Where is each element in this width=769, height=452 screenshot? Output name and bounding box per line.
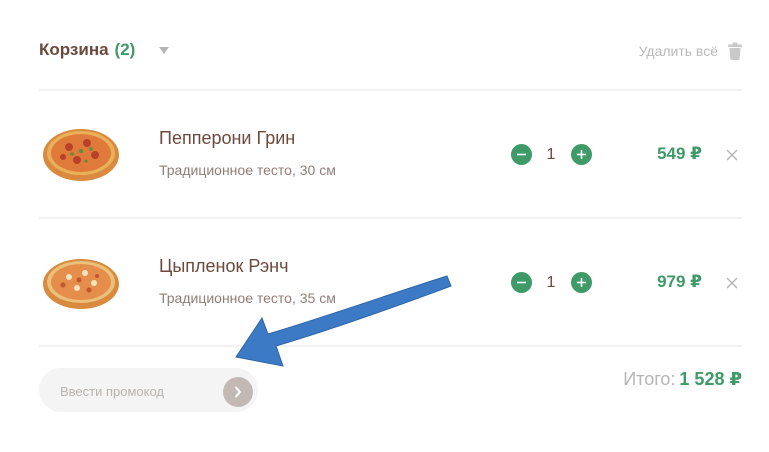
- clear-cart-button[interactable]: Удалить всё: [639, 38, 742, 64]
- quantity-value: 1: [546, 146, 556, 163]
- decrease-quantity-button[interactable]: [511, 144, 532, 165]
- cart-count: (2): [114, 40, 136, 59]
- item-description: Традиционное тесто, 35 см: [159, 290, 336, 306]
- minus-icon: [517, 153, 526, 156]
- divider: [39, 345, 742, 347]
- cart-header: Корзина (2) Удалить всё: [39, 38, 742, 64]
- total-label: Итого:: [623, 369, 676, 389]
- item-description: Традиционное тесто, 30 см: [159, 162, 336, 178]
- total-value: 1 528 ₽: [679, 369, 742, 389]
- cart-title-label: Корзина: [39, 40, 109, 59]
- quantity-value: 1: [546, 274, 556, 291]
- promo-code-input[interactable]: [39, 368, 232, 414]
- pizza-image: [43, 129, 119, 181]
- clear-cart-label: Удалить всё: [638, 43, 718, 59]
- plus-icon: [577, 278, 586, 287]
- promo-submit-button[interactable]: [223, 377, 253, 407]
- item-price: 549 ₽: [657, 144, 702, 163]
- decrease-quantity-button[interactable]: [511, 272, 532, 293]
- cart-item: Цыпленок Рэнч Традиционное тесто, 35 см …: [39, 218, 742, 344]
- cart-title: Корзина (2): [39, 40, 135, 60]
- increase-quantity-button[interactable]: [571, 272, 592, 293]
- trash-icon: [728, 42, 742, 60]
- increase-quantity-button[interactable]: [571, 144, 592, 165]
- caret-down-icon[interactable]: [159, 47, 169, 54]
- cart-item: Пепперони Грин Традиционное тесто, 30 см…: [39, 90, 742, 216]
- minus-icon: [517, 281, 526, 284]
- plus-icon: [577, 150, 586, 159]
- chevron-right-icon: [235, 386, 241, 398]
- close-icon[interactable]: [726, 277, 738, 289]
- close-icon[interactable]: [726, 149, 738, 161]
- promo-code-field: [39, 368, 258, 414]
- item-name: Цыпленок Рэнч: [159, 256, 289, 276]
- cart-total: Итого: 1 528 ₽: [623, 369, 742, 390]
- item-price: 979 ₽: [657, 272, 702, 291]
- item-name: Пепперони Грин: [159, 128, 296, 148]
- pizza-image: [43, 259, 119, 309]
